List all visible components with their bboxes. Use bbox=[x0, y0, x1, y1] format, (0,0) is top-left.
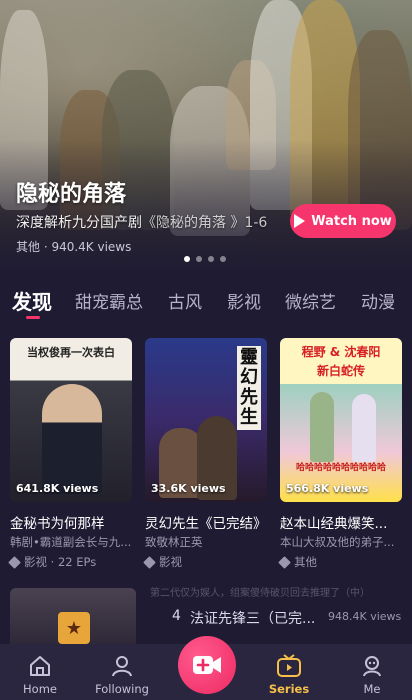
nav-home[interactable]: Home bbox=[0, 644, 80, 700]
card-subtitle: 本山大叔及他的弟子... bbox=[280, 535, 395, 549]
card-tag: 其他 bbox=[278, 554, 317, 570]
tab-micro-variety[interactable]: 微综艺 bbox=[285, 288, 336, 313]
add-video-icon bbox=[193, 656, 221, 674]
poster-caption: 当权俊再一次表白 bbox=[27, 346, 115, 359]
poster-footer: 哈哈哈哈哈哈哈哈哈哈 bbox=[295, 463, 386, 473]
card-tag-text: 其他 bbox=[294, 555, 317, 569]
hero-title: 隐秘的角落 bbox=[16, 182, 127, 207]
card-thumbnail[interactable]: 程野 & 沈春阳 新白蛇传 哈哈哈哈哈哈哈哈哈哈 566.8K views bbox=[280, 338, 402, 502]
profile-icon bbox=[363, 656, 381, 677]
card-tag-text: 影视 · 22 EPs bbox=[24, 555, 97, 569]
nav-following[interactable]: Following bbox=[82, 644, 162, 700]
tab-ancient[interactable]: 古风 bbox=[168, 288, 202, 313]
poster-figure bbox=[310, 392, 334, 462]
nav-series[interactable]: Series bbox=[249, 644, 329, 700]
faded-caption: 第二代仅为娱人，组案傻侍破贝回去推理了（中） bbox=[150, 588, 370, 599]
hero-subtitle-text: 深度解析九分国产剧 bbox=[16, 215, 142, 231]
active-tab-indicator bbox=[26, 316, 40, 319]
watch-now-button[interactable]: Watch now bbox=[290, 204, 396, 238]
card-subtitle: 韩剧•霸道副会长与九... bbox=[10, 535, 132, 549]
play-icon bbox=[294, 214, 306, 228]
carousel-indicator bbox=[184, 256, 226, 262]
watch-now-label: Watch now bbox=[311, 213, 392, 229]
card-title[interactable]: 灵幻先生《已完结》 bbox=[145, 512, 267, 532]
tag-icon bbox=[8, 555, 21, 569]
view-count: 641.8K views bbox=[16, 482, 99, 495]
star-badge-icon: ★ bbox=[58, 612, 90, 644]
poster-title: 靈幻先生 bbox=[237, 346, 261, 430]
tab-film[interactable]: 影视 bbox=[227, 288, 261, 313]
poster-subheadline: 新白蛇传 bbox=[316, 364, 365, 378]
tab-anime[interactable]: 动漫 bbox=[361, 288, 395, 313]
tv-icon bbox=[277, 654, 301, 677]
card-tag-text: 影视 bbox=[159, 555, 182, 569]
card-title[interactable]: 赵本山经典爆笑... bbox=[280, 512, 402, 532]
nav-following-label: Following bbox=[95, 682, 149, 696]
following-icon bbox=[112, 656, 132, 677]
tag-icon bbox=[278, 555, 291, 569]
tag-icon bbox=[143, 555, 156, 569]
nav-me[interactable]: Me bbox=[332, 644, 412, 700]
poster-figure bbox=[42, 384, 102, 494]
nav-home-label: Home bbox=[23, 682, 57, 696]
tab-discover[interactable]: 发现 bbox=[12, 286, 52, 315]
list-item-views: 948.4K views bbox=[328, 610, 402, 623]
carousel-dot[interactable] bbox=[184, 256, 190, 262]
card-tag: 影视 · 22 EPs bbox=[8, 554, 97, 570]
view-count: 33.6K views bbox=[151, 482, 226, 495]
poster-figure bbox=[352, 394, 376, 462]
rank-number: 4 bbox=[172, 608, 181, 624]
nav-series-label: Series bbox=[268, 682, 310, 696]
carousel-dot[interactable] bbox=[220, 256, 226, 262]
hero-subtitle: 深度解析九分国产剧《隐秘的角落 》1-6 bbox=[16, 212, 267, 232]
list-item-title[interactable]: 法证先锋三（已完... bbox=[190, 608, 315, 628]
hero-banner[interactable]: 隐秘的角落 深度解析九分国产剧《隐秘的角落 》1-6 其他 · 940.4K v… bbox=[0, 0, 412, 270]
card-title[interactable]: 金秘书为何那样 bbox=[10, 512, 132, 532]
poster-headline: 程野 & 沈春阳 bbox=[301, 345, 381, 359]
card-subtitle: 致敬林正英 bbox=[145, 535, 203, 549]
card-tag: 影视 bbox=[143, 554, 182, 570]
home-icon bbox=[30, 656, 50, 676]
view-count: 566.8K views bbox=[286, 482, 369, 495]
list-item-thumbnail[interactable]: ★ bbox=[10, 588, 136, 644]
nav-me-label: Me bbox=[363, 682, 381, 696]
card-thumbnail[interactable]: 当权俊再一次表白 641.8K views bbox=[10, 338, 132, 502]
hero-overlay-text: 《隐秘的角落 》1-6 bbox=[142, 215, 268, 231]
carousel-dot[interactable] bbox=[208, 256, 214, 262]
carousel-dot[interactable] bbox=[196, 256, 202, 262]
card-thumbnail[interactable]: 靈幻先生 33.6K views bbox=[145, 338, 267, 502]
category-tabs: 发现 甜宠霸总 古风 影视 微综艺 动漫 bbox=[0, 282, 412, 319]
tab-sweet-romance[interactable]: 甜宠霸总 bbox=[75, 288, 143, 313]
hero-meta: 其他 · 940.4K views bbox=[16, 240, 132, 254]
create-video-button[interactable] bbox=[178, 636, 236, 694]
